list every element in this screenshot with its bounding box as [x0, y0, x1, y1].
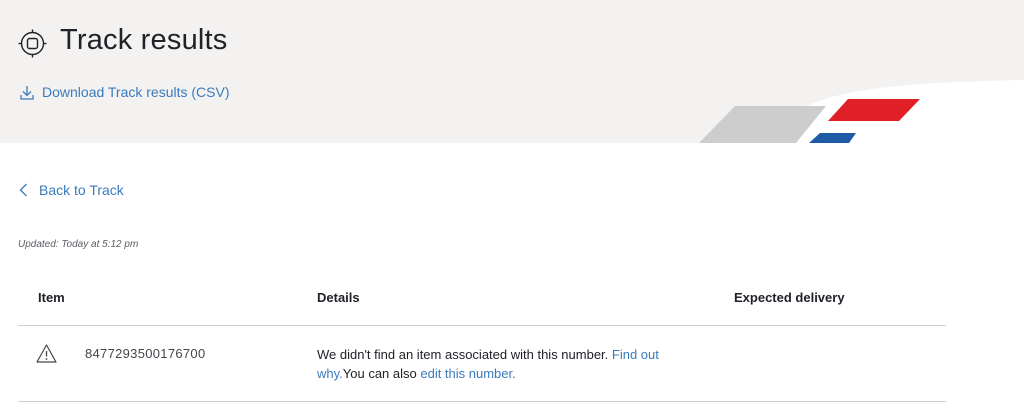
column-header-details: Details — [317, 290, 360, 305]
details-message: We didn't find an item associated with t… — [317, 347, 612, 362]
page-header: Track results Download Track results (CS… — [0, 0, 1024, 143]
warning-icon — [36, 344, 57, 363]
updated-timestamp: Updated: Today at 5:12 pm — [18, 239, 139, 250]
column-header-item: Item — [38, 290, 65, 305]
edit-number-link[interactable]: edit this number. — [420, 366, 515, 381]
item-number: 8477293500176700 — [85, 346, 206, 361]
download-csv-label[interactable]: Download Track results (CSV) — [42, 84, 230, 100]
table-header: Item Details Expected delivery — [18, 277, 946, 326]
tracking-target-icon — [18, 29, 47, 58]
table-row: 8477293500176700 We didn't find an item … — [18, 326, 946, 402]
back-to-track-label[interactable]: Back to Track — [39, 182, 124, 198]
download-csv-link[interactable]: Download Track results (CSV) — [20, 84, 230, 100]
results-table: Item Details Expected delivery 847729350… — [18, 277, 946, 402]
download-icon — [20, 85, 34, 100]
item-details: We didn't find an item associated with t… — [317, 345, 687, 383]
column-header-expected-delivery: Expected delivery — [734, 290, 845, 305]
brand-stripes-graphic — [699, 80, 1024, 143]
back-to-track-link[interactable]: Back to Track — [19, 182, 124, 198]
details-middle-text: You can also — [342, 366, 421, 381]
chevron-left-icon — [19, 183, 27, 197]
page-title: Track results — [60, 24, 228, 56]
